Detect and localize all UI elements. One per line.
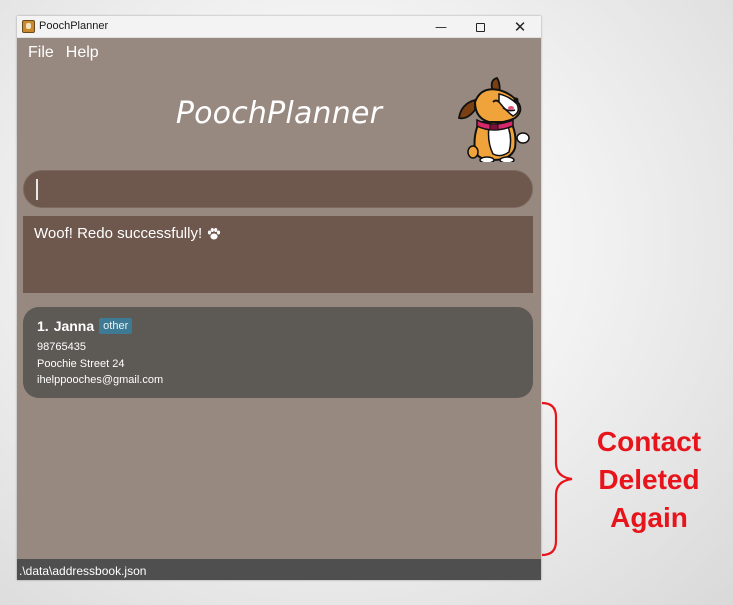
contact-tag: other (99, 318, 133, 334)
contact-index: 1. (37, 318, 49, 334)
annotation-line: Deleted (598, 464, 700, 495)
annotation-line: Contact (596, 426, 702, 457)
contact-name: Janna (53, 318, 95, 334)
result-message: Woof! Redo successfully! (34, 225, 203, 242)
close-button[interactable]: ✕ (500, 16, 540, 38)
minimize-icon: — (435, 20, 447, 34)
window-title: PoochPlanner (39, 20, 109, 32)
close-icon: ✕ (513, 18, 527, 36)
annotation-line: Again (610, 502, 688, 533)
command-input[interactable] (23, 170, 533, 208)
menu-bar: File Help (17, 42, 105, 66)
minimize-button[interactable]: — (421, 16, 461, 38)
contact-email: ihelppooches@gmail.com (37, 374, 164, 386)
app-icon (22, 20, 35, 33)
contact-card[interactable]: 1. Janna other 98765435 Poochie Street 2… (23, 307, 533, 398)
contact-address: Poochie Street 24 (37, 358, 125, 370)
contact-phone: 98765435 (37, 341, 86, 353)
title-bar: PoochPlanner — ✕ (17, 16, 541, 38)
app-window: PoochPlanner — ✕ File Help PoochPlanner (17, 16, 541, 580)
maximize-button[interactable] (460, 16, 500, 38)
menu-file[interactable]: File (17, 42, 60, 66)
result-display: Woof! Redo successfully! (23, 216, 533, 293)
paw-icon (208, 227, 221, 239)
save-file-path: .\data\addressbook.json (19, 564, 147, 578)
dog-mascot-icon (457, 76, 530, 162)
maximize-icon (475, 22, 485, 32)
menu-help[interactable]: Help (60, 42, 105, 66)
status-bar: .\data\addressbook.json (17, 559, 541, 580)
text-caret (36, 179, 38, 200)
annotation-label: Contact Deleted Again (576, 423, 722, 537)
